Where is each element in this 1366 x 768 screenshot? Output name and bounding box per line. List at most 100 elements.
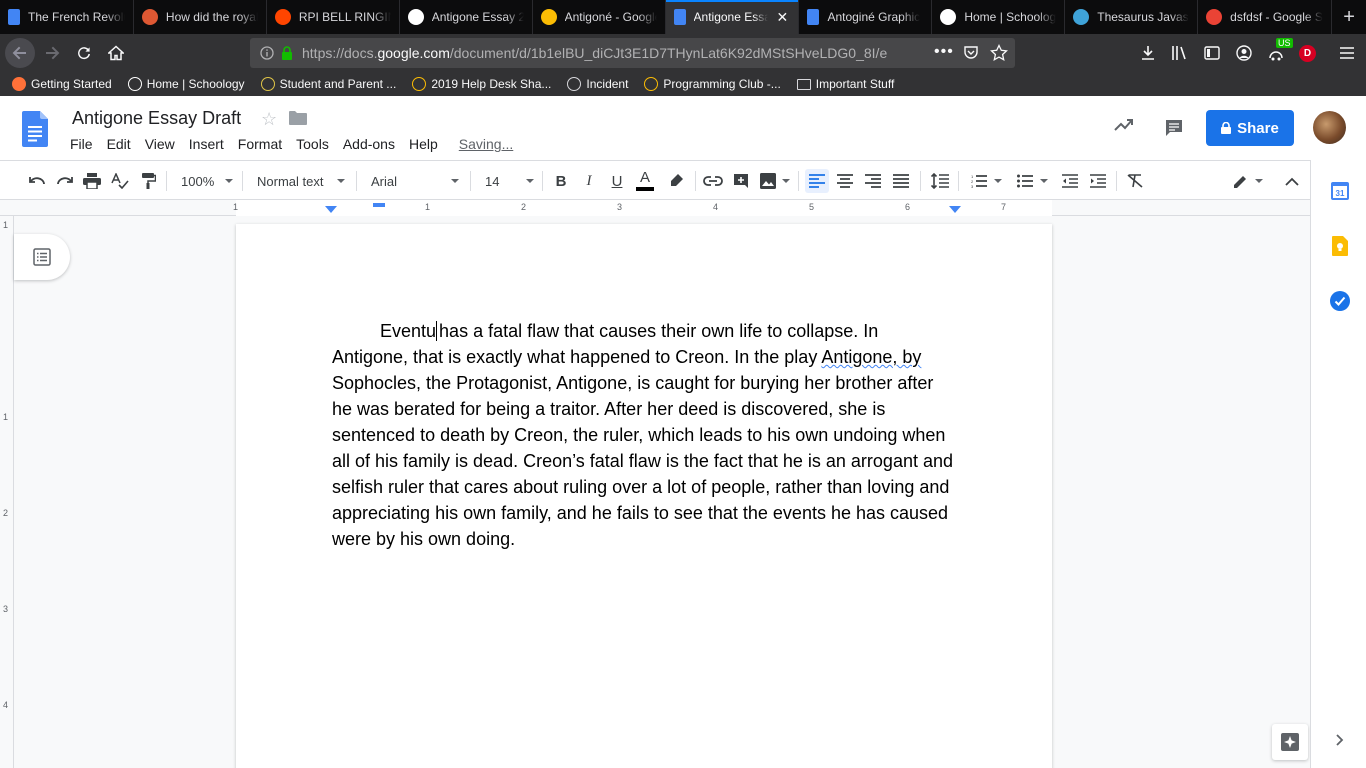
google-docs-logo-icon[interactable] [22,111,48,147]
new-tab-button[interactable]: + [1332,0,1366,34]
avatar[interactable] [1313,111,1346,144]
numbered-list-button[interactable]: 123 [966,169,1006,193]
highlight-color-button[interactable] [664,169,688,193]
calendar-button[interactable]: 31 [1330,181,1350,201]
share-button[interactable]: Share [1206,110,1294,146]
browser-tab[interactable]: Antigone Essay 2 [400,0,533,34]
keep-button[interactable] [1330,236,1350,256]
document-body-paragraph[interactable]: Eventu has a fatal flaw that causes their… [332,318,956,552]
paragraph-style-select[interactable]: Normal text [257,169,345,193]
increase-indent-button[interactable] [1086,169,1110,193]
underline-button[interactable]: U [605,169,629,193]
bookmark-item[interactable]: Getting Started [12,77,112,91]
insert-link-button[interactable] [701,169,725,193]
italic-button[interactable]: I [577,169,601,193]
undo-button[interactable] [25,169,49,193]
increase-indent-icon [1090,174,1106,188]
extension-badge[interactable]: US [1266,38,1293,64]
document-page[interactable]: Eventu has a fatal flaw that causes their… [236,224,1052,768]
google-drive-icon [644,77,659,91]
horizontal-ruler[interactable]: 1 1 2 3 4 5 6 7 [0,200,1310,216]
bold-button[interactable]: B [549,169,573,193]
menu-edit[interactable]: Edit [100,134,138,154]
align-left-button[interactable] [805,169,829,193]
browser-tab[interactable]: How did the royal family [134,0,267,34]
library-icon[interactable] [1171,45,1189,61]
forward-button[interactable] [37,38,67,68]
bulleted-list-button[interactable] [1012,169,1052,193]
zoom-select[interactable]: 100% [181,169,233,193]
back-button[interactable] [5,38,35,68]
vertical-ruler[interactable]: 1 1 2 3 4 [0,216,14,768]
bookmark-item[interactable]: Programming Club -... [644,77,781,91]
menu-format[interactable]: Format [231,134,289,154]
align-right-button[interactable] [861,169,885,193]
editing-mode-button[interactable] [1230,169,1266,193]
font-size-select[interactable]: 14 [485,169,534,193]
browser-tab[interactable]: Antigone Essay ✕ [665,0,800,34]
spelling-suggestion[interactable]: Antigone, by [821,347,921,367]
insert-comment-button[interactable] [729,169,753,193]
bookmark-item[interactable]: 2019 Help Desk Sha... [412,77,551,91]
bookmark-star-icon[interactable] [990,44,1008,62]
comment-history-icon[interactable] [1164,118,1184,138]
activity-dashboard-icon[interactable] [1114,118,1134,132]
print-button[interactable] [80,169,104,193]
sidebar-icon[interactable] [1204,45,1220,61]
star-icon[interactable]: ☆ [261,109,277,130]
bold-icon: B [555,172,567,190]
menu-help[interactable]: Help [402,134,445,154]
move-to-folder-icon[interactable] [289,111,307,125]
pocket-icon[interactable] [963,45,979,61]
text-color-button[interactable]: A [633,169,657,193]
bookmark-item[interactable]: Important Stuff [796,77,894,91]
bookmark-item[interactable]: Student and Parent ... [260,77,396,91]
menu-view[interactable]: View [138,134,182,154]
profile-button[interactable]: D [1299,45,1316,62]
browser-tab[interactable]: The French Revolution [0,0,134,34]
page-actions-icon[interactable]: ••• [934,43,954,61]
bookmark-item[interactable]: Incident [567,77,628,91]
tasks-icon [1330,291,1350,311]
first-line-indent-marker-icon[interactable] [373,203,385,207]
browser-tab[interactable]: RPI BELL RINGING [267,0,400,34]
browser-tab[interactable]: Antoginé Graphic [799,0,933,34]
save-status[interactable]: Saving... [452,134,520,154]
expand-side-panel-button[interactable] [1330,730,1350,750]
menu-tools[interactable]: Tools [289,134,336,154]
align-center-button[interactable] [833,169,857,193]
home-button[interactable] [101,38,131,68]
menu-add-ons[interactable]: Add-ons [336,134,402,154]
bookmark-label: Programming Club -... [663,77,781,91]
clear-formatting-button[interactable] [1123,169,1147,193]
menu-file[interactable]: File [63,134,100,154]
justify-button[interactable] [889,169,913,193]
browser-tab[interactable]: Antigoné - Google [533,0,666,34]
collapse-menus-button[interactable] [1280,169,1304,193]
account-icon[interactable] [1236,45,1252,61]
document-outline-button[interactable] [14,234,70,280]
spellcheck-button[interactable] [108,169,132,193]
tasks-button[interactable] [1330,291,1350,311]
close-tab-icon[interactable]: ✕ [776,9,790,26]
hamburger-menu-icon[interactable] [1339,46,1355,60]
insert-image-button[interactable] [757,169,793,193]
left-indent-marker-icon[interactable] [325,206,337,214]
document-title[interactable]: Antigone Essay Draft [72,108,241,129]
redo-button[interactable] [53,169,77,193]
browser-tab[interactable]: Thesaurus Javascript [1065,0,1199,34]
right-indent-marker-icon[interactable] [949,206,961,214]
decrease-indent-button[interactable] [1058,169,1082,193]
paint-format-button[interactable] [136,169,160,193]
font-select[interactable]: Arial [371,169,459,193]
menu-insert[interactable]: Insert [182,134,231,154]
browser-tab[interactable]: dsfdsf - Google Search [1198,0,1333,34]
reload-button[interactable] [69,38,99,68]
explore-button[interactable] [1272,724,1308,760]
bookmark-item[interactable]: Home | Schoology [127,77,245,91]
info-icon[interactable] [260,46,274,60]
line-spacing-button[interactable] [928,169,952,193]
download-icon[interactable] [1140,45,1156,61]
browser-tab[interactable]: Home | Schoology [932,0,1066,34]
url-bar[interactable]: https://docs.google.com/document/d/1b1el… [250,38,1015,68]
